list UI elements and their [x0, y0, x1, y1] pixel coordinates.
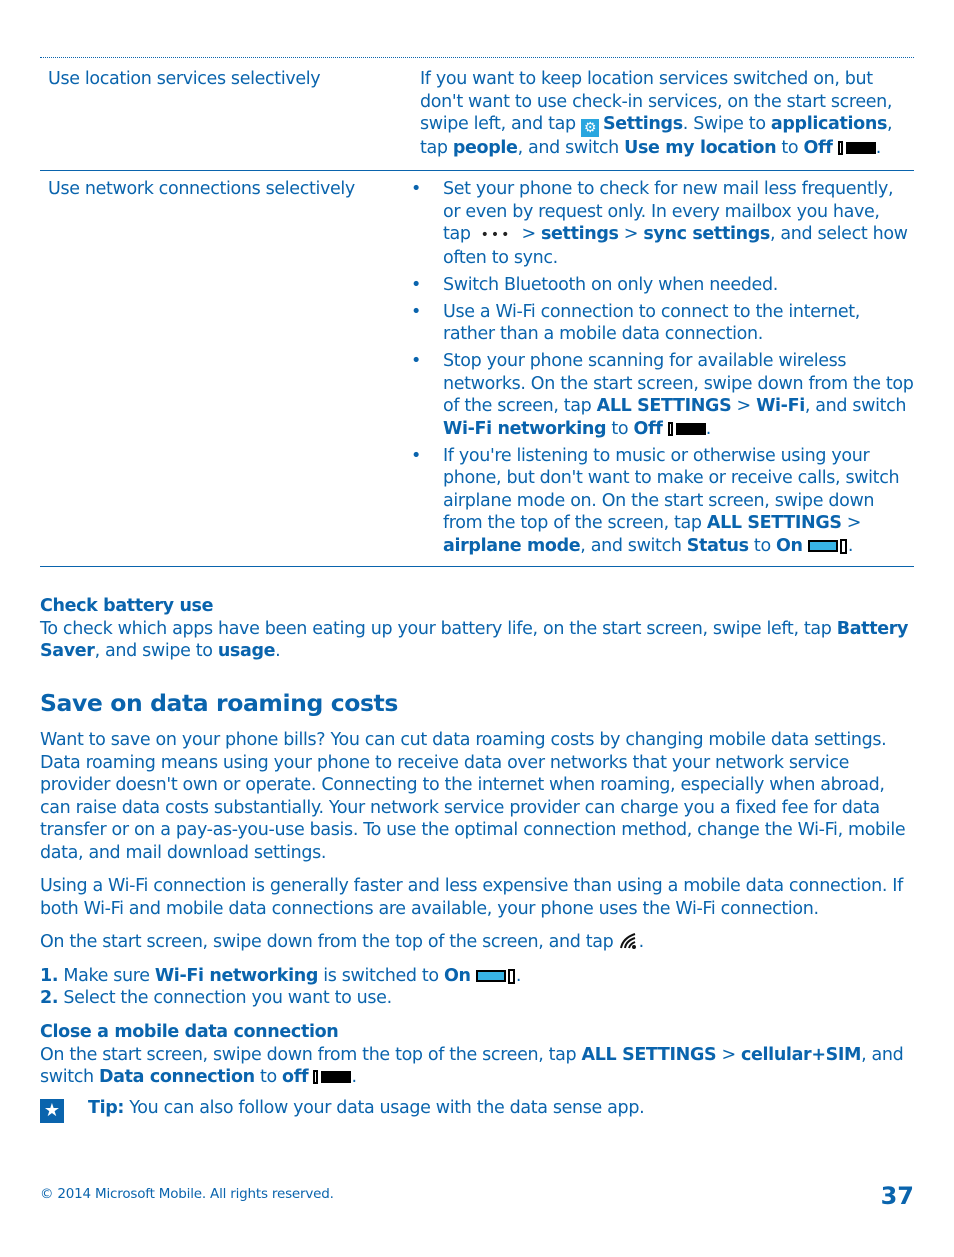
sync-settings-term: sync settings [643, 224, 770, 244]
text: Switch Bluetooth on only when needed. [443, 274, 778, 295]
applications-term: applications [770, 114, 888, 134]
list-item: • Set your phone to check for new mail le… [411, 179, 908, 268]
table-row: Use location services selectively If you… [40, 66, 914, 171]
text: . [351, 1067, 357, 1087]
text: Select the connection you want to use. [58, 988, 392, 1008]
list-item: • If you're listening to music or otherwi… [411, 445, 900, 556]
list-item: • Use a Wi-Fi connection to connect to th… [411, 301, 860, 345]
page-heading: Save on data roaming costs [40, 689, 398, 717]
all-settings-term: ALL SETTINGS [596, 396, 732, 416]
list-item: • Stop your phone scanning for available … [411, 351, 914, 439]
wifi-networking-term: Wi-Fi networking [154, 966, 319, 986]
toggle-on-icon [807, 538, 848, 554]
use-my-location-term: Use my location [624, 138, 777, 158]
on-term: On [776, 535, 803, 556]
settings-term: Settings [602, 114, 683, 134]
text: to [748, 535, 777, 556]
close-data-section: Close a mobile data connection On the st… [40, 1021, 920, 1089]
toggle-off-icon [667, 421, 706, 436]
text: . [515, 966, 522, 986]
paragraph: Using a Wi-Fi connection is generally fa… [40, 876, 903, 919]
data-connection-term: Data connection [98, 1067, 255, 1087]
text: Make sure [58, 966, 155, 986]
all-settings-term: ALL SETTINGS [706, 513, 842, 533]
text: . [875, 138, 882, 158]
wifi-icon [619, 933, 636, 949]
text: > [716, 1044, 741, 1065]
wifi-networking-term: Wi-Fi networking [443, 418, 607, 439]
settings-gear-icon: ⚙ [580, 119, 599, 137]
text: . [638, 932, 645, 952]
cellular-sim-term: cellular+SIM [740, 1044, 862, 1065]
row-label: Use network connections selectively [48, 179, 355, 199]
text: > [731, 396, 757, 416]
page-number: 37 [880, 1182, 914, 1210]
text: , and swipe to [94, 641, 218, 661]
tips-list: • Set your phone to check for new mail le… [411, 178, 914, 557]
text: . [705, 418, 712, 439]
step-1: 1. Make sure Wi-Fi networking is switche… [40, 965, 920, 988]
text: Use a Wi-Fi connection to connect to the… [443, 301, 860, 345]
text: is switched to [318, 966, 444, 986]
text: , and switch [580, 535, 687, 556]
text: On the start screen, swipe down from the… [40, 932, 619, 952]
text: to [606, 418, 634, 439]
wifi-term: Wi-Fi [756, 396, 805, 416]
text: to [254, 1067, 283, 1087]
top-divider [40, 57, 914, 58]
people-term: people [452, 138, 518, 158]
usage-term: usage [217, 641, 276, 661]
tip-label: Tip: [88, 1098, 125, 1118]
section-text: To check which apps have been eating up … [40, 618, 920, 663]
text: On the start screen, swipe down from the… [40, 1044, 582, 1065]
list-item: • Switch Bluetooth on only when needed. [411, 274, 778, 295]
check-battery-section: Check battery use To check which apps ha… [40, 595, 920, 663]
airplane-mode-term: airplane mode [443, 535, 581, 556]
on-term: On [443, 966, 471, 986]
off-term: off [282, 1067, 309, 1087]
tip-text: You can also follow your data usage with… [124, 1098, 645, 1118]
toggle-off-icon [313, 1070, 352, 1084]
section-heading: Check battery use [40, 596, 214, 616]
off-term: Off [803, 138, 833, 158]
text: . [275, 641, 281, 661]
toggle-off-icon [837, 141, 876, 155]
tip: Tip: You can also follow your data usage… [88, 1097, 954, 1120]
text: > [618, 224, 644, 244]
step-number: 2. [40, 988, 59, 1008]
step-2: 2. Select the connection you want to use… [40, 987, 920, 1010]
section-text: On the start screen, swipe down from the… [40, 1044, 920, 1089]
status-term: Status [686, 535, 749, 556]
text: > [841, 513, 862, 533]
star-icon: ★ [40, 1099, 64, 1123]
row-label: Use location services selectively [48, 69, 321, 89]
settings-term: settings [540, 224, 619, 244]
step-number: 1. [40, 966, 59, 986]
text: , and switch [804, 396, 907, 416]
text: . Swipe to [682, 114, 771, 134]
table-row: Use network connections selectively • Set… [40, 170, 914, 567]
text: , and switch [517, 138, 625, 158]
text: To check which apps have been eating up … [40, 618, 837, 639]
text: to [776, 138, 804, 158]
section-heading: Close a mobile data connection [40, 1022, 339, 1042]
copyright: © 2014 Microsoft Mobile. All rights rese… [40, 1186, 334, 1202]
row-description: • Set your phone to check for new mail le… [411, 178, 914, 562]
text: > [521, 224, 541, 244]
paragraph: On the start screen, swipe down from the… [40, 931, 920, 954]
all-settings-term: ALL SETTINGS [581, 1044, 717, 1065]
row-description: If you want to keep location services sw… [420, 68, 914, 160]
text: . [847, 535, 854, 556]
paragraph: Want to save on your phone bills? You ca… [40, 730, 906, 863]
off-term: Off [633, 418, 663, 439]
toggle-on-icon [475, 969, 516, 984]
more-icon: ••• [480, 227, 512, 243]
